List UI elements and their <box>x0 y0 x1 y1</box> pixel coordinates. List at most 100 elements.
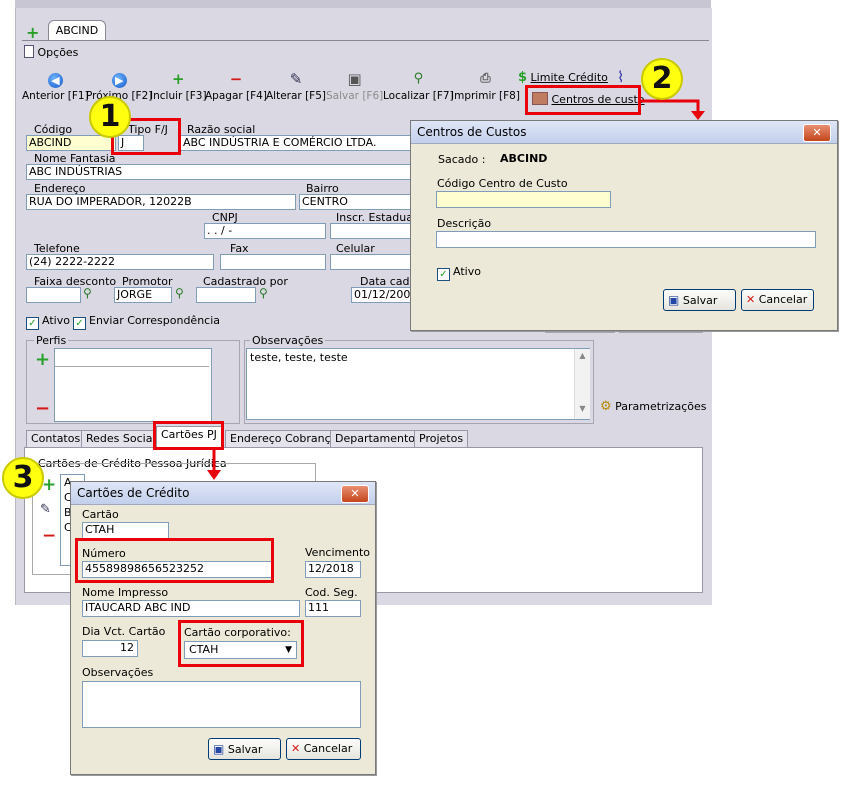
vencimento-field[interactable]: 12/2018 <box>305 561 361 578</box>
incluir-label: Incluir [F3] <box>150 90 207 102</box>
perfis-list-row[interactable] <box>55 349 209 367</box>
data-cadastro-field[interactable]: 01/12/2006 <box>351 287 412 303</box>
cadastrado-search-icon[interactable]: ⚲ <box>259 286 268 300</box>
arrow-to-centros-dialog <box>640 99 705 120</box>
descricao-field[interactable] <box>436 231 816 248</box>
close-icon[interactable]: ✕ <box>341 485 369 503</box>
perfis-label: Perfis <box>34 334 69 347</box>
observacoes-scrollbar[interactable]: ▲ ▼ <box>574 349 590 419</box>
descricao-label: Descrição <box>437 217 492 230</box>
alterar-button[interactable]: ✎ Alterar [F5] <box>266 70 326 102</box>
cod-seg-label: Cod. Seg. <box>305 586 358 599</box>
ativo-checkbox[interactable]: ✓ Ativo <box>26 314 70 330</box>
forward-arrow-icon: ▶ <box>86 70 152 88</box>
back-arrow-icon: ◀ <box>22 70 89 88</box>
add-cartao-icon[interactable]: + <box>42 475 56 495</box>
observacoes-text: teste, teste, teste <box>250 351 348 364</box>
centros-ativo-checkbox[interactable]: ✓ Ativo <box>437 265 481 281</box>
cnpj-field[interactable]: . . / - <box>204 223 326 239</box>
scroll-up-icon[interactable]: ▲ <box>575 351 590 360</box>
razao-social-field[interactable]: ABC INDÚSTRIA E COMÉRCIO LTDA. <box>180 135 412 151</box>
telefone-field[interactable]: (24) 2222-2222 <box>26 254 214 270</box>
observacoes-textarea[interactable]: teste, teste, teste <box>246 348 590 420</box>
cartoes-observacoes-field[interactable] <box>82 681 361 728</box>
nome-fantasia-field[interactable]: ABC INDÚSTRIAS <box>26 164 412 180</box>
plus-icon: + <box>172 70 185 88</box>
centros-cancelar-label: Cancelar <box>758 293 808 306</box>
celular-field[interactable] <box>330 254 412 270</box>
centros-dialog-titlebar: Centros de Custos <box>411 121 837 144</box>
cod-seg-field[interactable]: 111 <box>305 600 361 617</box>
localizar-label: Localizar [F7] <box>383 90 454 102</box>
cartoes-cancelar-label: Cancelar <box>303 742 353 755</box>
arrow-to-cartoes-dialog <box>207 449 221 480</box>
alterar-label: Alterar [F5] <box>266 90 326 102</box>
record-tab[interactable]: ABCIND <box>48 20 106 41</box>
tab-contatos-label: Contatos <box>31 432 81 445</box>
printer-icon: ⎙ <box>480 71 491 86</box>
codigo-field[interactable]: ABCIND <box>26 135 116 151</box>
promotor-field[interactable]: JORGE <box>114 287 172 303</box>
tab-endereco-cobranca[interactable]: Endereço Cobrança <box>225 430 343 448</box>
floppy-disk-icon: ▣ <box>213 742 225 756</box>
nome-impresso-field[interactable]: ITAUCARD ABC IND <box>82 600 300 617</box>
centros-custos-dialog: Centros de Custos ✕ Sacado : ABCIND Códi… <box>410 120 838 331</box>
centros-cancelar-button[interactable]: ✕ Cancelar <box>741 289 814 311</box>
fax-field[interactable] <box>220 254 326 270</box>
cartoes-dialog-titlebar: Cartões de Crédito <box>71 482 375 505</box>
centros-salvar-button[interactable]: ▣ Salvar <box>663 289 736 311</box>
add-perfil-icon[interactable]: + <box>35 349 50 370</box>
apagar-button[interactable]: − Apagar [F4] <box>205 70 267 102</box>
cadastrado-por-field[interactable] <box>196 287 256 303</box>
cancel-x-icon: ✕ <box>291 742 301 755</box>
floppy-disk-icon: ▣ <box>668 293 680 307</box>
cartoes-dialog-title: Cartões de Crédito <box>77 486 190 500</box>
inscr-estadual-field[interactable] <box>330 223 412 239</box>
ativo-label: Ativo <box>42 314 70 327</box>
options-menu[interactable]: Opções <box>24 45 78 59</box>
centros-dialog-title: Centros de Custos <box>417 125 527 139</box>
tab-departamentos[interactable]: Departamentos <box>330 430 426 448</box>
vencimento-label: Vencimento <box>305 546 371 559</box>
tab-projetos[interactable]: Projetos <box>414 430 469 448</box>
remove-cartao-icon[interactable]: − <box>42 526 56 546</box>
cartoes-salvar-button[interactable]: ▣ Salvar <box>208 738 281 760</box>
enviar-correspondencia-checkbox[interactable]: ✓ Enviar Correspondência <box>73 314 220 330</box>
cartao-field[interactable]: CTAH <box>82 522 169 539</box>
cartoes-cancelar-button[interactable]: ✕ Cancelar <box>286 738 361 760</box>
promotor-search-icon[interactable]: ⚲ <box>175 286 184 300</box>
endereco-field[interactable]: RUA DO IMPERADOR, 12022B <box>26 194 296 210</box>
close-icon[interactable]: ✕ <box>803 124 831 142</box>
nome-impresso-label: Nome Impresso <box>82 586 169 599</box>
sacado-value: ABCIND <box>500 152 548 165</box>
parametrizacoes-label: Parametrizações <box>615 400 707 413</box>
codigo-centro-field[interactable] <box>436 191 611 208</box>
tab-contatos[interactable]: Contatos <box>26 430 86 448</box>
dollar-icon: $ <box>518 70 528 85</box>
tab-departamentos-label: Departamentos <box>335 432 421 445</box>
dia-vct-field[interactable]: 12 <box>82 640 138 657</box>
salvar-toolbar-button[interactable]: ▣ Salvar [F6] <box>326 70 383 102</box>
document-icon <box>24 45 34 58</box>
remove-perfil-icon[interactable]: − <box>35 398 50 419</box>
incluir-button[interactable]: + Incluir [F3] <box>150 70 207 102</box>
check-icon: ✓ <box>73 317 86 330</box>
edit-cartao-icon[interactable]: ✎ <box>40 502 51 517</box>
centros-salvar-label: Salvar <box>682 294 718 307</box>
check-icon: ✓ <box>437 268 450 281</box>
anterior-button[interactable]: ◀ Anterior [F1] <box>22 70 89 102</box>
imprimir-button[interactable]: ⎙ Imprimir [F8] <box>451 70 520 102</box>
bairro-field[interactable]: CENTRO <box>299 194 412 210</box>
attach-icon[interactable]: ⌇ <box>617 68 624 86</box>
highlight-corporativo <box>178 620 304 667</box>
tab-redes-sociais-label: Redes Sociais <box>86 432 162 445</box>
localizar-button[interactable]: ⚲ Localizar [F7] <box>383 70 454 102</box>
parametrizacoes-button[interactable]: ⚙ Parametrizações <box>600 399 706 414</box>
cartoes-observacoes-label: Observações <box>82 666 154 679</box>
faixa-search-icon[interactable]: ⚲ <box>83 286 92 300</box>
enviar-correspondencia-label: Enviar Correspondência <box>89 314 221 327</box>
faixa-desconto-field[interactable] <box>26 287 81 303</box>
centros-ativo-label: Ativo <box>453 265 481 278</box>
scroll-down-icon[interactable]: ▼ <box>575 404 590 413</box>
limite-credito-button[interactable]: $ Limite Crédito <box>518 70 608 85</box>
